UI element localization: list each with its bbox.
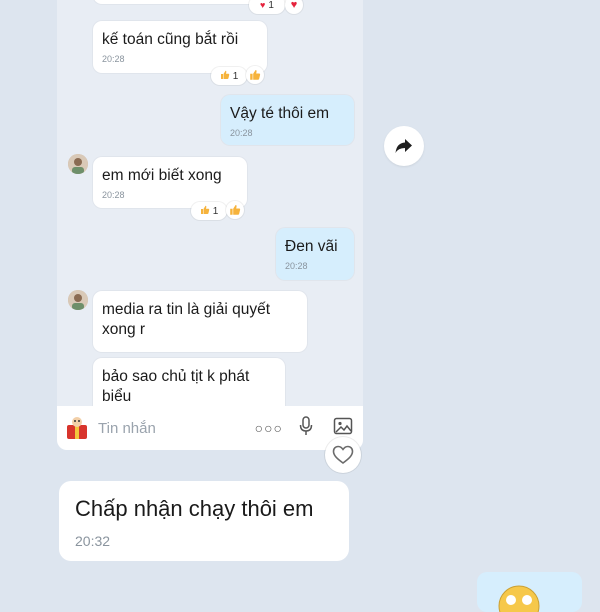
reaction-like-summary[interactable]: 1: [191, 202, 227, 220]
message-bubble-outgoing[interactable]: Vậy té thôi em 20:28: [221, 95, 354, 145]
thumbs-up-icon: [250, 69, 261, 80]
message-text: bảo sao chủ tịt k phát biểu: [102, 368, 250, 405]
message-text: kế toán cũng bắt rồi: [102, 31, 239, 48]
heart-icon: ♥: [260, 0, 266, 10]
message-time: 20:28: [230, 128, 253, 138]
message-text: Vậy té thôi em: [230, 105, 330, 122]
reaction-count: 1: [212, 205, 219, 217]
reaction-heart-summary[interactable]: ♥ 1: [249, 0, 285, 14]
heart-icon: ♥: [290, 0, 298, 11]
reaction-like-summary[interactable]: 1: [211, 67, 247, 85]
thumbs-up-icon: [200, 205, 210, 218]
emoji-icon: [498, 585, 540, 612]
avatar[interactable]: [68, 290, 88, 310]
thumbs-up-icon: [220, 70, 230, 83]
avatar[interactable]: [68, 154, 88, 174]
message-text: em mới biết xong: [102, 167, 222, 184]
message-bubble-outgoing[interactable]: Đen vãi 20:28: [276, 228, 354, 280]
reaction-count: 1: [232, 70, 239, 82]
message-time: 20:28: [102, 190, 125, 200]
message-bubble-outgoing-partial[interactable]: [477, 572, 582, 612]
message-composer: Tin nhắn ○○○: [57, 406, 363, 450]
heart-icon: [332, 445, 354, 464]
reaction-heart-button[interactable]: ♥: [285, 0, 303, 14]
react-heart-button[interactable]: [325, 437, 361, 473]
reaction-count: 1: [268, 0, 274, 11]
message-text: Đen vãi: [285, 238, 338, 255]
message-text: Chấp nhận chạy thôi em: [75, 496, 314, 521]
message-bubble[interactable]: em mới biết xong 20:28: [93, 157, 247, 208]
microphone-icon[interactable]: [299, 415, 313, 441]
forward-button[interactable]: [384, 126, 424, 166]
reaction-like-button[interactable]: [226, 201, 244, 219]
message-text: media ra tin là giải quyết xong r: [102, 301, 271, 338]
forward-icon: [395, 139, 412, 153]
chat-panel: ♥ 1 ♥ kế toán cũng bắt rồi 20:28 1 Vậy t…: [57, 0, 363, 450]
message-bubble[interactable]: Chấp nhận chạy thôi em 20:32: [59, 481, 349, 561]
thumbs-up-icon: [230, 204, 241, 215]
message-time: 20:28: [285, 261, 308, 271]
message-bubble[interactable]: kế toán cũng bắt rồi 20:28: [93, 21, 267, 73]
reaction-like-button[interactable]: [246, 66, 264, 84]
sticker-icon[interactable]: [64, 415, 90, 441]
message-bubble[interactable]: media ra tin là giải quyết xong r: [93, 291, 307, 352]
message-input[interactable]: Tin nhắn: [98, 420, 255, 437]
message-time: 20:28: [102, 54, 125, 64]
message-time: 20:32: [75, 533, 111, 549]
more-icon[interactable]: ○○○: [255, 420, 283, 436]
